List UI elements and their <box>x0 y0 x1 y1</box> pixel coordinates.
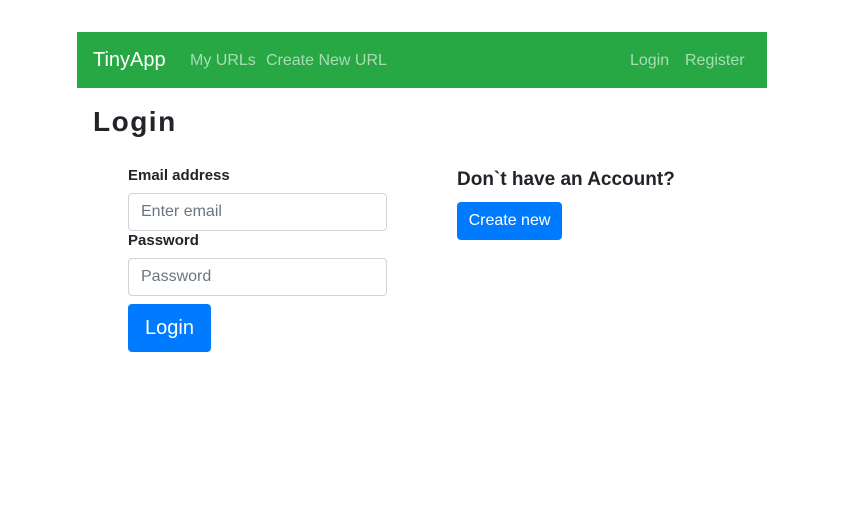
password-label: Password <box>128 232 199 249</box>
signup-heading: Don`t have an Account? <box>457 169 675 190</box>
page-title: Login <box>93 106 177 137</box>
nav-register[interactable]: Register <box>685 52 745 70</box>
navbar: TinyApp My URLs Create New URL Login Reg… <box>77 32 767 88</box>
login-button[interactable]: Login <box>128 304 211 352</box>
nav-create-new-url[interactable]: Create New URL <box>266 52 387 70</box>
email-label: Email address <box>128 167 230 184</box>
brand-link[interactable]: TinyApp <box>93 49 166 72</box>
email-input[interactable] <box>128 193 387 231</box>
create-new-button[interactable]: Create new <box>457 202 562 240</box>
nav-login[interactable]: Login <box>630 52 669 70</box>
nav-my-urls[interactable]: My URLs <box>190 52 256 70</box>
password-input[interactable] <box>128 258 387 296</box>
